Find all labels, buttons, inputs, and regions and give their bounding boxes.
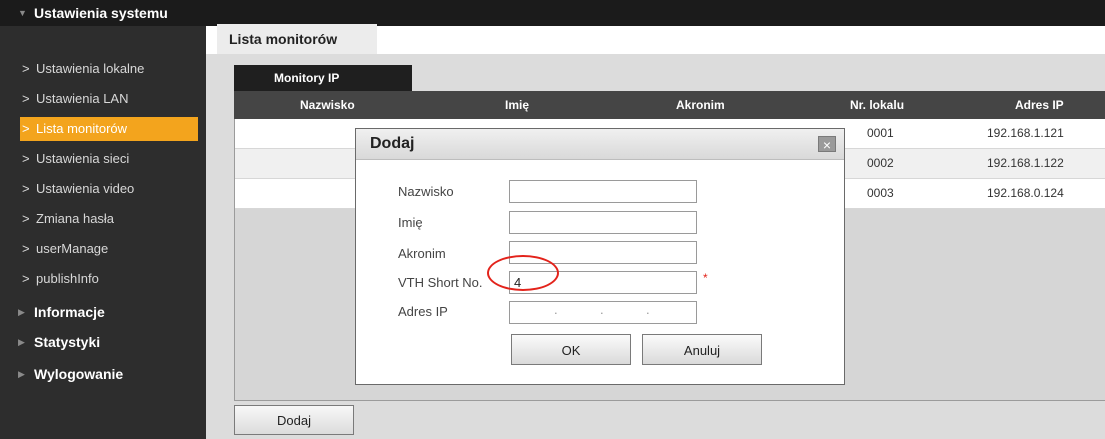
sidebar-item-label: Lista monitorów	[36, 121, 128, 136]
chevron-right-icon: >	[22, 211, 30, 226]
sidebar-item-label: Ustawienia lokalne	[36, 61, 145, 76]
column-header-nazwisko: Nazwisko	[300, 98, 355, 112]
ip-separator: .	[600, 302, 604, 317]
chevron-right-icon: >	[22, 91, 30, 106]
tab-monitory-ip[interactable]: Monitory IP	[234, 65, 412, 91]
sidebar-item-label: Ustawienia sieci	[36, 151, 130, 166]
field-label-adres-ip: Adres IP	[398, 304, 448, 319]
triangle-down-icon: ▼	[18, 8, 27, 18]
sidebar-section-informacje[interactable]: Informacje	[34, 304, 105, 320]
chevron-right-icon: >	[22, 121, 30, 136]
tab-lista-monitorow[interactable]: Lista monitorów	[217, 24, 377, 54]
sidebar-item-label: userManage	[36, 241, 109, 256]
chevron-right-icon: >	[22, 151, 30, 166]
close-icon[interactable]: ×	[818, 136, 836, 153]
chevron-right-icon: >	[22, 61, 30, 76]
sidebar: ▼ Ustawienia systemu > Ustawienia lokalne…	[0, 0, 206, 439]
sidebar-item-ustawienia-video[interactable]: > Ustawienia video	[22, 177, 206, 201]
triangle-right-icon: ▶	[18, 369, 25, 379]
sidebar-item-ustawienia-lan[interactable]: > Ustawienia LAN	[22, 87, 206, 111]
field-label-vth-short-no: VTH Short No.	[398, 275, 483, 290]
field-label-nazwisko: Nazwisko	[398, 184, 454, 199]
sidebar-item-publishinfo[interactable]: > publishInfo	[22, 267, 206, 291]
cell-adres-ip: 192.168.1.121	[987, 126, 1064, 140]
top-bar	[206, 0, 1105, 26]
sidebar-item-label: Zmiana hasła	[36, 211, 115, 226]
ip-separator: .	[554, 302, 558, 317]
cell-nr-lokalu: 0001	[867, 126, 894, 140]
sidebar-item-label: publishInfo	[36, 271, 99, 286]
add-dialog: Dodaj × Nazwisko Imię Akronim VTH Short …	[355, 128, 845, 385]
cell-adres-ip: 192.168.1.122	[987, 156, 1064, 170]
ip-separator: .	[646, 302, 650, 317]
column-header-akronim: Akronim	[676, 98, 725, 112]
nazwisko-field[interactable]	[509, 180, 697, 203]
cell-nr-lokalu: 0003	[867, 186, 894, 200]
table-header: Nazwisko Imię Akronim Nr. lokalu Adres I…	[234, 91, 1105, 119]
field-label-akronim: Akronim	[398, 246, 446, 261]
dialog-title: Dodaj	[370, 135, 415, 152]
sidebar-section-statystyki[interactable]: Statystyki	[34, 334, 100, 350]
sidebar-item-usermanage[interactable]: > userManage	[22, 237, 206, 261]
ok-button[interactable]: OK	[511, 334, 631, 365]
triangle-right-icon: ▶	[18, 307, 25, 317]
chevron-right-icon: >	[22, 241, 30, 256]
sidebar-section-wylogowanie[interactable]: Wylogowanie	[34, 366, 123, 382]
chevron-right-icon: >	[22, 271, 30, 286]
column-header-adres-ip: Adres IP	[1015, 98, 1064, 112]
highlight-circle	[487, 255, 559, 291]
sidebar-item-zmiana-hasla[interactable]: > Zmiana hasła	[22, 207, 206, 231]
cell-adres-ip: 192.168.0.124	[987, 186, 1064, 200]
sidebar-item-lista-monitorow[interactable]: > Lista monitorów	[20, 117, 198, 141]
add-button[interactable]: Dodaj	[234, 405, 354, 435]
column-header-imie: Imię	[505, 98, 530, 112]
triangle-right-icon: ▶	[18, 337, 25, 347]
sidebar-item-ustawienia-sieci[interactable]: > Ustawienia sieci	[22, 147, 206, 171]
sidebar-section-ustawienia-systemu[interactable]: Ustawienia systemu	[34, 5, 168, 21]
required-marker: *	[703, 271, 708, 285]
cancel-button[interactable]: Anuluj	[642, 334, 762, 365]
sidebar-item-label: Ustawienia LAN	[36, 91, 129, 106]
field-label-imie: Imię	[398, 215, 423, 230]
ip-address-field[interactable]: . . .	[509, 301, 697, 324]
cell-nr-lokalu: 0002	[867, 156, 894, 170]
chevron-right-icon: >	[22, 181, 30, 196]
sidebar-item-ustawienia-lokalne[interactable]: > Ustawienia lokalne	[22, 57, 206, 81]
sidebar-item-label: Ustawienia video	[36, 181, 135, 196]
column-header-nr-lokalu: Nr. lokalu	[850, 98, 905, 112]
imie-field[interactable]	[509, 211, 697, 234]
dialog-header: Dodaj ×	[356, 129, 844, 160]
